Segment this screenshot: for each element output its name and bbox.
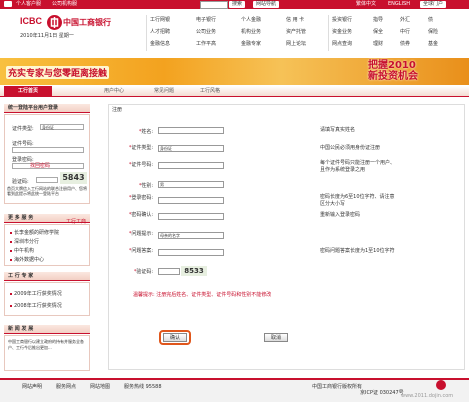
cert-type-field-label: *证件类型: — [128, 145, 153, 151]
footer-link-sitemap[interactable]: 网站地图 — [90, 383, 110, 390]
header-nav-col3[interactable]: 个人金融 机构业务 金融专家 — [241, 14, 261, 50]
header-nav-col2[interactable]: 电子银行 公司业务 工作平高 — [196, 14, 216, 50]
name-input[interactable] — [158, 127, 224, 134]
captcha-field-input[interactable] — [158, 268, 180, 275]
footer-hotline: 服务热线 95588 — [124, 384, 162, 390]
cert-type-label: 证件类型: — [12, 126, 34, 132]
header-nav-col6[interactable]: 指导 保全 理财 — [373, 14, 383, 50]
cancel-button[interactable]: 取消 — [264, 333, 288, 342]
tab-faq[interactable]: 常见问题 — [154, 87, 174, 95]
banner-left-text[interactable]: 充实专家与您零距离接触 — [6, 66, 110, 79]
more-service-link[interactable]: 深圳市分行 — [10, 238, 39, 245]
cert-type-select[interactable]: 身份证 — [40, 124, 84, 130]
news-title: 新 闻 发 展 — [4, 325, 90, 334]
login-password-label: *登录密码: — [128, 195, 153, 201]
banner-right-text[interactable]: 把握2010 新投资机会 — [368, 60, 418, 82]
gender-select[interactable]: 男 — [158, 181, 224, 188]
search-button[interactable]: 搜索 — [229, 1, 246, 8]
login-password-input[interactable] — [158, 197, 224, 204]
password-confirm-hint: 重新输入登录密码 — [320, 212, 361, 218]
captcha-input[interactable] — [36, 177, 58, 183]
tab-home[interactable]: 工行首页 — [4, 86, 52, 96]
security-answer-input[interactable] — [158, 249, 224, 256]
tab-style[interactable]: 工行风格 — [200, 87, 220, 95]
captcha-image[interactable]: 8533 — [181, 266, 207, 276]
cert-type-field-select[interactable]: 身份证 — [158, 145, 224, 152]
password-confirm-label: *密码确认: — [128, 212, 153, 218]
header-nav-col1[interactable]: 工行网银 人才招聘 金融信息 — [150, 14, 170, 50]
forgot-password-link[interactable]: 找回密码 — [30, 162, 50, 169]
login-captcha-image[interactable]: 5843 — [60, 172, 87, 184]
more-service-link[interactable]: 中午机构 — [10, 247, 34, 254]
main-nav: 用户中心 常见问题 工行风格 — [0, 86, 469, 97]
captcha-label: 验证码: — [12, 179, 29, 185]
security-question-label: *问题提示: — [128, 231, 153, 237]
security-answer-hint: 密码问题答案长度为1至10位字符 — [320, 248, 395, 254]
footer-icp: 京ICP证 030247号 — [360, 390, 404, 396]
confirm-button[interactable]: 确认 — [163, 333, 187, 342]
icbc-logo-icon — [47, 15, 62, 30]
search-input[interactable] — [200, 1, 228, 9]
more-service-link[interactable]: 海外数据中心 — [10, 256, 44, 263]
footer-link-outlets[interactable]: 服务网点 — [56, 383, 76, 390]
login-password-hint: 密码长度为6至10位字符、请注意区分大小写 — [320, 194, 395, 207]
divider — [328, 15, 329, 51]
name-hint: 请填写真实姓名 — [320, 127, 356, 133]
header-nav-col8[interactable]: 债保险 基金 — [428, 14, 438, 50]
watermark-text: www.2011.dojin.com — [401, 393, 454, 399]
personal-customer-link[interactable]: 个人客户服 — [16, 1, 41, 8]
gender-label: *性别: — [138, 183, 153, 189]
english-link[interactable]: ENGLISH — [388, 1, 410, 8]
bank-name: 中国工商银行 — [63, 18, 111, 27]
more-services-extra[interactable]: 工行工商 — [66, 218, 86, 225]
captcha-field-label: *验证码: — [133, 269, 153, 275]
more-service-link[interactable]: 长李金额的研修学院 — [10, 229, 59, 236]
site-nav-button[interactable]: 网站导航 — [253, 1, 280, 8]
login-note: 首页大牌信入工行网站的联合注册用户、您将看到此提示将此统一登陆平台 — [7, 186, 87, 196]
header-nav-col4[interactable]: 信 用 卡资产托管 网上论坛 — [286, 14, 306, 50]
tab-user-center[interactable]: 用户中心 — [104, 87, 124, 95]
cert-no-label: 证件号码: — [12, 141, 34, 147]
footer-copyright: 中国工商银行版权所有 — [312, 384, 363, 390]
password-confirm-input[interactable] — [158, 213, 224, 220]
corporate-link[interactable]: 公司机构服 — [52, 1, 77, 8]
experts-link[interactable]: 2009年工行获奖情况 — [10, 290, 62, 297]
security-question-select[interactable]: 母亲的名字 — [158, 232, 224, 239]
top-bar: 个人客户服 公司机构服 搜索 网站导航 繁体中文 ENGLISH 全球门户 — [0, 0, 469, 9]
login-panel-title: 统一登陆平台用户登录 — [4, 104, 90, 113]
traditional-chinese-link[interactable]: 繁体中文 — [356, 1, 376, 8]
security-answer-label: *问题答案: — [128, 248, 153, 254]
header-nav-col5[interactable]: 投资银行 资金业务 网点查询 — [332, 14, 352, 50]
date-text: 2010年11月1日 星期一 — [20, 33, 74, 39]
home-icon[interactable] — [4, 1, 12, 7]
cert-type-hint: 中国公民必须用身份证注册 — [320, 145, 381, 151]
header-nav-col7[interactable]: 外汇 中行 债券 — [400, 14, 410, 50]
watermark-logo-icon — [436, 380, 446, 390]
cert-no-field-input[interactable] — [158, 162, 224, 169]
global-portal-button[interactable]: 全球门户 — [420, 1, 447, 8]
experts-title: 工 行 专 家 — [4, 272, 90, 281]
experts-panel — [4, 282, 90, 316]
cert-no-field-label: *证件号码: — [128, 162, 153, 168]
footer-link-statement[interactable]: 网站声明 — [22, 383, 42, 390]
divider — [146, 15, 147, 51]
news-text[interactable]: 中国工商银行以建立政府的持有并服务全各户、工行今后推出更加... — [8, 339, 86, 351]
warning-note: 温馨提示: 注册完后姓名、证件类型、证件号码和性别不能修改 — [133, 292, 272, 298]
experts-link[interactable]: 2008年工行获奖情况 — [10, 302, 62, 309]
name-label: *姓名: — [138, 129, 153, 135]
logo-latin: ICBC — [20, 16, 42, 26]
cert-no-hint: 每个证件号码只能注册一个用户、且作为系统登录之用 — [320, 160, 396, 173]
cert-no-input[interactable] — [12, 147, 84, 153]
breadcrumb: 注册 — [112, 107, 123, 113]
